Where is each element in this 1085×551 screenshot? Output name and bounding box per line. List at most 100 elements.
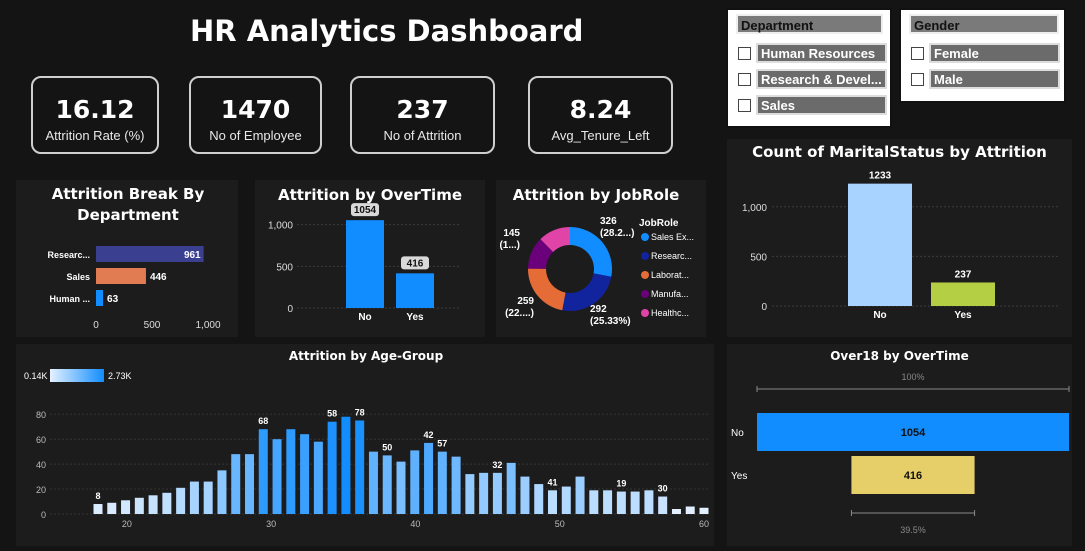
data-label-value: 326 [600,216,617,227]
y-tick-label: 0 [761,302,767,313]
top-bracket [756,386,1070,392]
kpi-attrition-count[interactable]: 237 No of Attrition [350,76,495,154]
legend-label: Healthc... [651,308,689,318]
data-label: 8 [95,491,100,501]
bottom-bracket [850,510,976,516]
age-bar-19 [355,420,365,514]
age-bar-27 [465,474,475,514]
age-bar-4 [148,495,158,514]
y-tick-label: 1,000 [268,221,293,232]
age-bar-37 [603,490,613,514]
age-bar-6 [176,487,186,514]
age-bar-16 [313,441,323,514]
data-label-value: 145 [503,228,520,239]
kpi-attrition-rate[interactable]: 16.12 Attrition Rate (%) [31,76,159,154]
data-label-pct: (1...) [499,240,520,251]
y-tick-label: 60 [36,435,46,445]
age-bar-39 [630,491,640,514]
data-label: 30 [658,484,668,494]
marital-chart-panel: Count of MaritalStatus by Attrition 0 500… [727,139,1072,337]
slicer-item-sales[interactable]: Sales [736,95,888,117]
data-label: 63 [107,294,119,305]
age-bar-44 [699,507,709,514]
age-bar-14 [286,429,296,514]
category-label: Yes [406,312,424,323]
age-chart-panel: Attrition by Age-Group 0.14K 2.73K 0 20 40 60… [16,344,714,546]
age-bar-30 [506,462,516,514]
checkbox[interactable] [738,99,751,112]
top-label: 100% [901,372,924,382]
slicer-item-human-resources[interactable]: Human Resources [736,43,888,65]
data-label: 58 [327,409,337,419]
age-bar-35 [575,476,585,514]
age-bar-25 [437,451,447,514]
age-bar-18 [341,416,351,514]
kpi-label: No of Employee [209,128,302,143]
legend-marker [641,252,649,260]
data-label: 1233 [869,171,892,182]
category-label: Human ... [49,294,90,304]
checkbox[interactable] [911,47,924,60]
y-tick-label: 1,000 [742,203,767,214]
age-bar-2 [121,500,131,514]
legend-label: Manufa... [651,289,689,299]
data-label: 416 [904,470,922,482]
x-tick-label: 50 [555,519,565,529]
y-tick-label: 0 [41,510,46,520]
bar-1 [96,268,146,284]
kpi-label: Attrition Rate (%) [45,128,145,143]
data-label: 961 [184,250,201,261]
age-bar-7 [189,481,199,514]
category-label: Yes [731,471,747,482]
jobrole-chart: 326(28.2...) 292(25.33%) 259(22....) 145(1.… [499,216,694,327]
category-label: Researc... [47,250,90,260]
age-chart: 0.14K 2.73K 0 20 40 60 80 8 68 58 78 50 4257 32 41 19 30… [24,369,710,529]
age-bar-40 [644,490,654,514]
kpi-value: 237 [396,95,449,124]
overtime-chart: 0 500 1,000 1054 No 416 Yes [268,203,460,323]
checkbox[interactable] [738,47,751,60]
kpi-avg-tenure[interactable]: 8.24 Avg_Tenure_Left [528,76,673,154]
data-label: 41 [547,477,557,487]
kpi-label: No of Attrition [383,128,462,143]
legend-label: Sales Ex... [651,232,694,242]
slicer-item-label: Male [929,69,1060,89]
x-tick-label: 1,000 [195,320,220,331]
data-label: 446 [150,272,167,283]
data-label: 1054 [354,205,377,216]
age-bar-22 [396,461,406,514]
age-bar-12 [258,429,268,514]
slicer-item-research[interactable]: Research & Devel... [736,69,888,91]
age-bar-33 [548,490,557,514]
slicer-item-female[interactable]: Female [909,43,1061,65]
gender-slicer[interactable]: Gender Female Male [899,8,1066,103]
age-bar-34 [561,486,571,514]
kpi-employee-count[interactable]: 1470 No of Employee [189,76,322,154]
age-bar-8 [203,481,213,514]
checkbox[interactable] [911,73,924,86]
department-slicer[interactable]: Department Human Resources Research & De… [726,8,892,128]
age-bar-20 [368,451,378,514]
category-label: Yes [954,310,972,321]
slicer-item-label: Human Resources [756,43,887,63]
slicer-item-male[interactable]: Male [909,69,1061,91]
age-bar-43 [685,506,695,514]
dept-chart-panel: Attrition Break By Department 0 500 1,000 R… [16,180,238,337]
dashboard-title: HR Analytics Dashboard [190,14,584,48]
slicer-item-label: Sales [756,95,887,115]
age-bar-1 [107,502,117,514]
checkbox[interactable] [738,73,751,86]
age-bar-9 [217,470,227,514]
y-tick-label: 500 [750,252,767,263]
category-label: Sales [66,272,90,282]
dept-chart: 0 500 1,000 Researc... 961 Sales 446 Human ... 6… [47,246,221,331]
legend-label: Laborat... [651,270,689,280]
age-bar-24 [424,442,434,514]
data-label: 57 [437,439,447,449]
slicer-header: Gender [909,14,1059,34]
legend-marker [641,290,649,298]
data-label: 1054 [901,427,926,439]
age-bar-0 [93,504,103,514]
age-bar-3 [134,497,144,514]
kpi-value: 1470 [220,95,291,124]
